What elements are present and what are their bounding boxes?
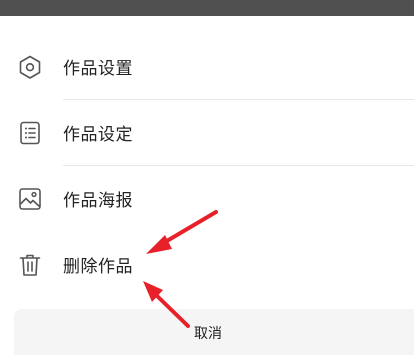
cancel-button-label: 取消 xyxy=(194,326,222,342)
menu-item-label: 作品海报 xyxy=(63,191,133,211)
cancel-button[interactable]: 取消 xyxy=(14,309,414,355)
menu-item-label: 删除作品 xyxy=(63,257,133,277)
menu-item-work-poster[interactable]: 作品海报 xyxy=(0,166,414,231)
menu-item-work-settings[interactable]: 作品设置 xyxy=(0,34,414,99)
image-poster-icon xyxy=(17,186,43,212)
menu-item-delete-work[interactable]: 删除作品 xyxy=(0,232,414,297)
dimmed-overlay-top[interactable] xyxy=(0,0,414,16)
trash-icon xyxy=(17,252,43,278)
list-document-icon xyxy=(17,120,43,146)
hexagon-settings-icon xyxy=(17,54,43,80)
menu-item-label: 作品设置 xyxy=(63,59,133,79)
menu-item-label: 作品设定 xyxy=(63,125,133,145)
screen: 作品设置 作品设定 作品海报 删除作品 取消 xyxy=(0,0,414,355)
action-sheet: 作品设置 作品设定 作品海报 删除作品 xyxy=(0,16,414,355)
menu-item-work-config[interactable]: 作品设定 xyxy=(0,100,414,165)
